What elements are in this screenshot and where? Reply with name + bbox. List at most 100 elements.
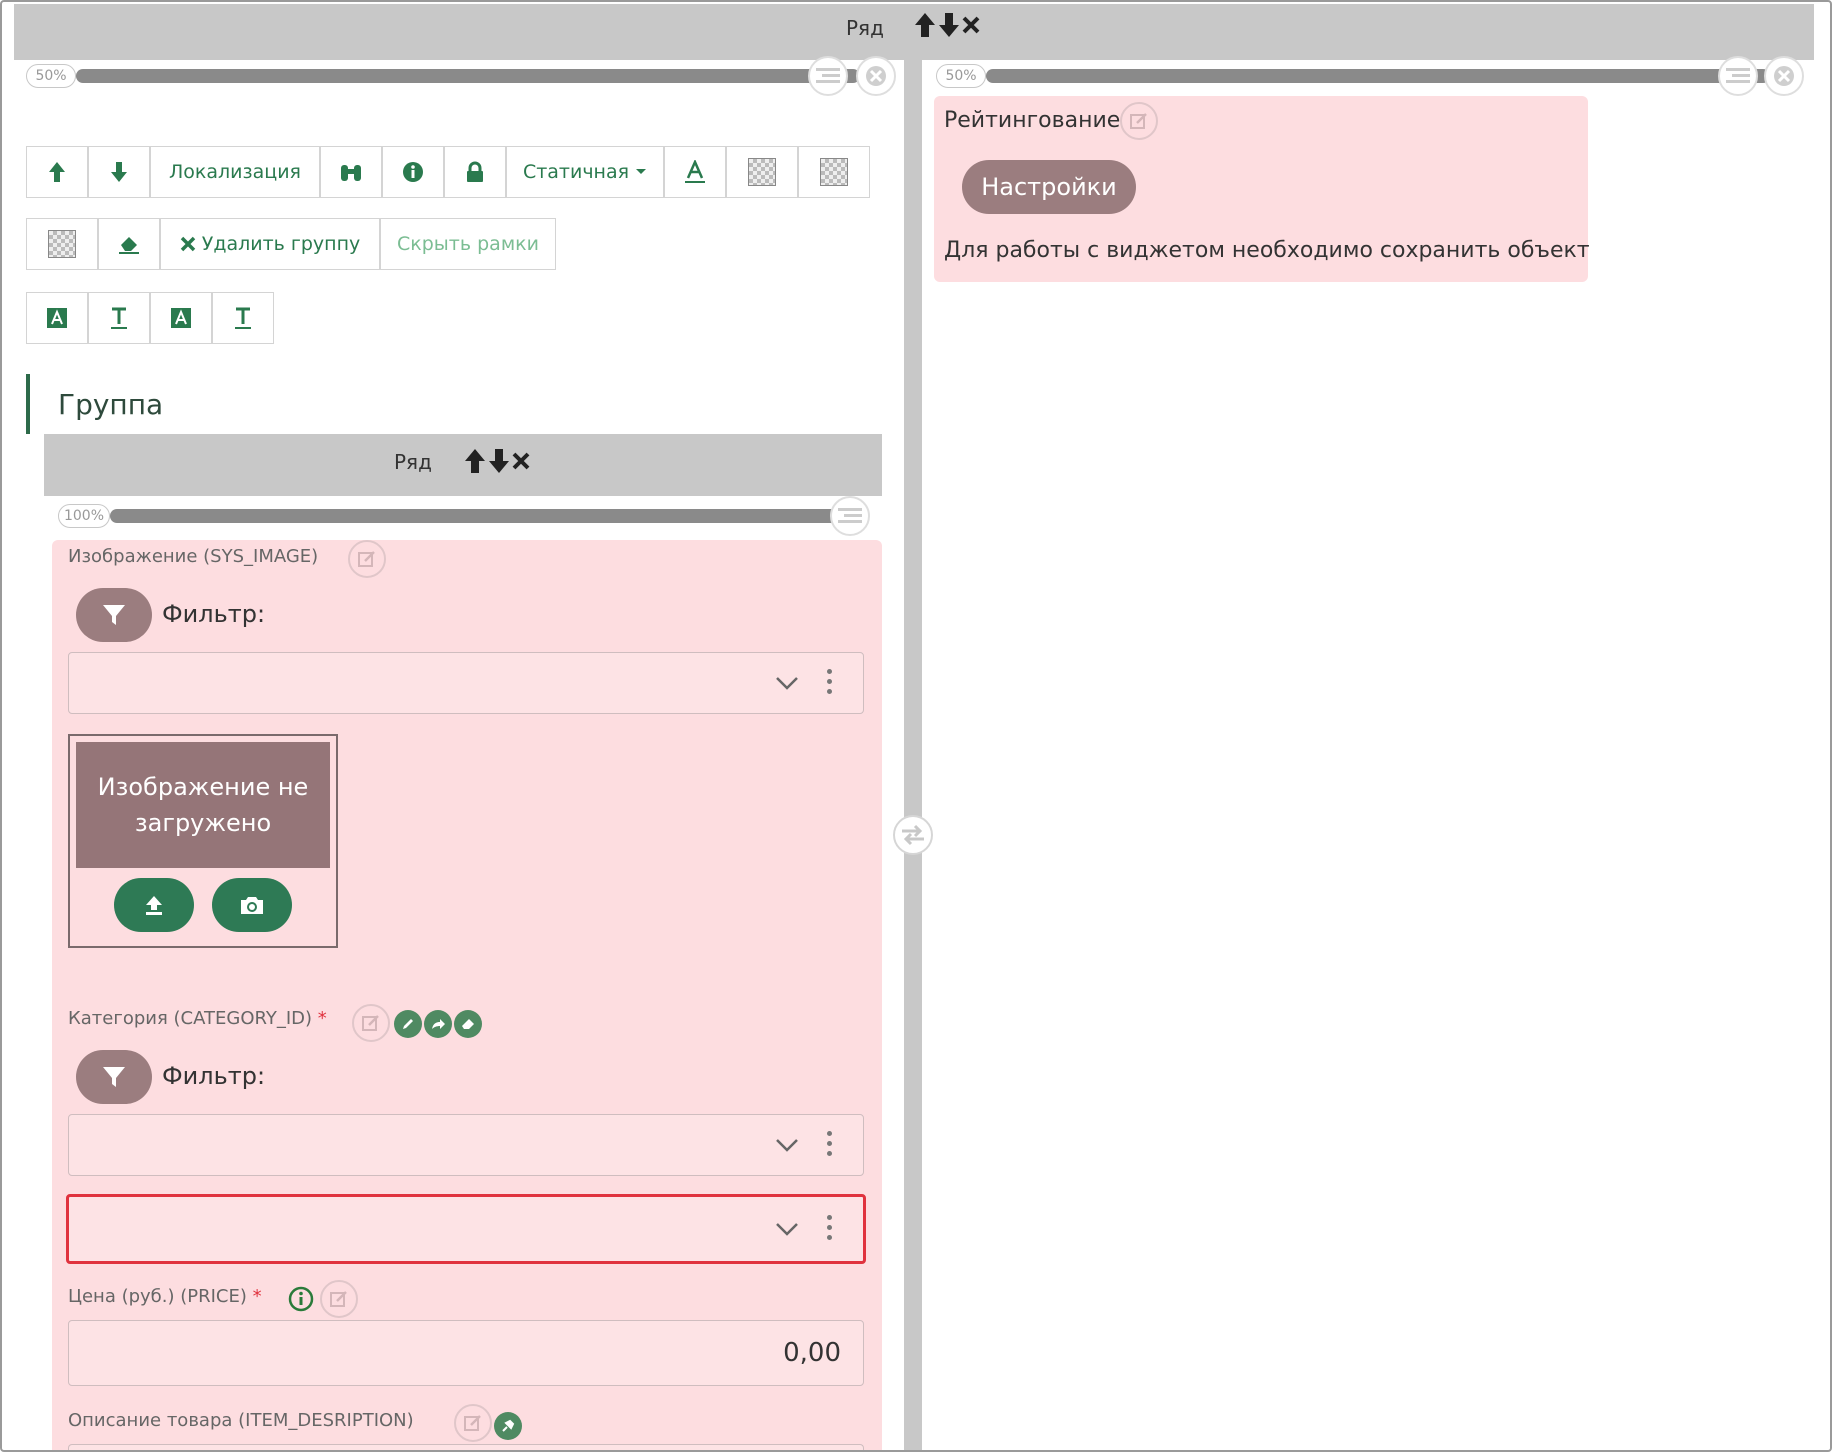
column-width-badge: 50% — [936, 64, 986, 88]
border-background-button[interactable] — [798, 146, 870, 198]
background-button[interactable] — [726, 146, 798, 198]
text-style-button[interactable] — [212, 292, 274, 344]
arrow-up-icon[interactable] — [914, 12, 936, 38]
edit-icon — [464, 1415, 481, 1431]
column-width-slider[interactable] — [986, 69, 1770, 83]
share-button[interactable] — [424, 1010, 452, 1038]
page-frame: Ряд 50% 50% Локализация Статичная Удалит… — [0, 0, 1832, 1452]
arrow-up-icon[interactable] — [464, 448, 486, 474]
edit-icon — [362, 1015, 379, 1031]
description-input[interactable] — [68, 1444, 864, 1450]
edit-icon — [1130, 113, 1147, 129]
more-icon[interactable] — [827, 1215, 833, 1240]
required-mark: * — [317, 1008, 327, 1029]
close-icon — [180, 236, 195, 252]
image-select[interactable] — [68, 652, 864, 714]
column-settings-button[interactable] — [808, 56, 848, 96]
arrow-down-icon[interactable] — [938, 12, 960, 38]
image-upload-box: Изображение не загружено — [68, 734, 338, 948]
camera-icon — [241, 897, 263, 914]
text-style-button[interactable] — [26, 292, 88, 344]
binoculars-icon — [341, 165, 361, 181]
edit-field-button[interactable] — [320, 1280, 358, 1318]
eraser-icon — [462, 1019, 474, 1029]
text-fill-icon — [171, 308, 191, 328]
price-input[interactable]: 0,00 — [68, 1320, 864, 1386]
static-dropdown-label: Статичная — [522, 161, 630, 183]
pin-icon — [502, 1419, 515, 1432]
caret-down-icon — [636, 169, 647, 174]
filter-button[interactable] — [76, 1050, 152, 1104]
edit-field-button[interactable] — [352, 1004, 390, 1042]
edit-field-button[interactable] — [348, 540, 386, 578]
edit-field-button[interactable] — [454, 1404, 492, 1442]
swap-icon — [902, 824, 924, 846]
text-style-button[interactable] — [150, 292, 212, 344]
eraser-button[interactable] — [98, 218, 160, 270]
camera-button[interactable] — [212, 878, 292, 932]
filter-label: Фильтр: — [162, 1062, 266, 1090]
column-width-badge: 100% — [58, 504, 110, 528]
chevron-down-icon — [776, 1223, 798, 1236]
static-dropdown[interactable]: Статичная — [506, 146, 664, 198]
list-icon — [1726, 68, 1750, 83]
edit-widget-button[interactable] — [1120, 102, 1158, 140]
chevron-down-icon — [776, 1139, 798, 1152]
lock-button[interactable] — [444, 146, 506, 198]
edit-icon — [358, 551, 375, 567]
column-divider[interactable] — [904, 60, 922, 1450]
column-remove-button[interactable] — [856, 56, 896, 96]
text-fill-icon — [47, 308, 67, 328]
eraser-button[interactable] — [454, 1010, 482, 1038]
close-icon[interactable] — [512, 452, 530, 470]
more-icon[interactable] — [827, 669, 833, 694]
text-underline-icon — [111, 307, 127, 329]
field-label-text: Цена (руб.) (PRICE) — [68, 1286, 247, 1307]
image-placeholder: Изображение не загружено — [76, 742, 330, 868]
field-label-text: Категория (CATEGORY_ID) — [68, 1008, 313, 1029]
text-style-button[interactable] — [88, 292, 150, 344]
column-remove-button[interactable] — [1764, 56, 1804, 96]
column-settings-button[interactable] — [830, 496, 870, 536]
close-circle-icon — [1774, 66, 1794, 86]
pencil-button[interactable] — [394, 1010, 422, 1038]
column-width-badge: 50% — [26, 64, 76, 88]
column-settings-button[interactable] — [1718, 56, 1758, 96]
font-color-button[interactable] — [664, 146, 726, 198]
eraser-icon — [119, 237, 139, 254]
column-width-slider[interactable] — [110, 509, 840, 523]
chevron-down-icon — [776, 677, 798, 690]
required-mark: * — [252, 1286, 262, 1307]
pencil-icon — [403, 1019, 413, 1029]
widget-note: Для работы с виджетом необходимо сохрани… — [944, 238, 1590, 263]
localization-button[interactable]: Локализация — [150, 146, 320, 198]
swap-columns-button[interactable] — [893, 815, 933, 855]
close-icon[interactable] — [962, 16, 980, 34]
category-select[interactable] — [66, 1194, 866, 1264]
arrow-down-icon[interactable] — [488, 448, 510, 474]
info-button[interactable] — [382, 146, 444, 198]
info-icon[interactable] — [288, 1286, 314, 1312]
row-label: Ряд — [394, 450, 432, 474]
share-icon — [432, 1019, 445, 1029]
move-up-button[interactable] — [26, 146, 88, 198]
hide-frames-button[interactable]: Скрыть рамки — [380, 218, 556, 270]
row-label: Ряд — [846, 16, 884, 40]
transparent-icon — [748, 158, 776, 186]
field-label: Описание товара (ITEM_DESRIPTION) — [68, 1410, 414, 1431]
binoculars-button[interactable] — [320, 146, 382, 198]
upload-button[interactable] — [114, 878, 194, 932]
transparent-button[interactable] — [26, 218, 98, 270]
delete-group-button[interactable]: Удалить группу — [160, 218, 380, 270]
edit-icon — [330, 1291, 347, 1307]
more-icon[interactable] — [827, 1131, 833, 1156]
move-down-button[interactable] — [88, 146, 150, 198]
category-filter-select[interactable] — [68, 1114, 864, 1176]
pin-button[interactable] — [494, 1412, 522, 1440]
close-circle-icon — [866, 66, 886, 86]
column-width-slider[interactable] — [76, 69, 860, 83]
filter-button[interactable] — [76, 588, 152, 642]
transparent-icon — [820, 158, 848, 186]
text-underline-icon — [235, 307, 251, 329]
settings-button[interactable]: Настройки — [962, 160, 1136, 214]
